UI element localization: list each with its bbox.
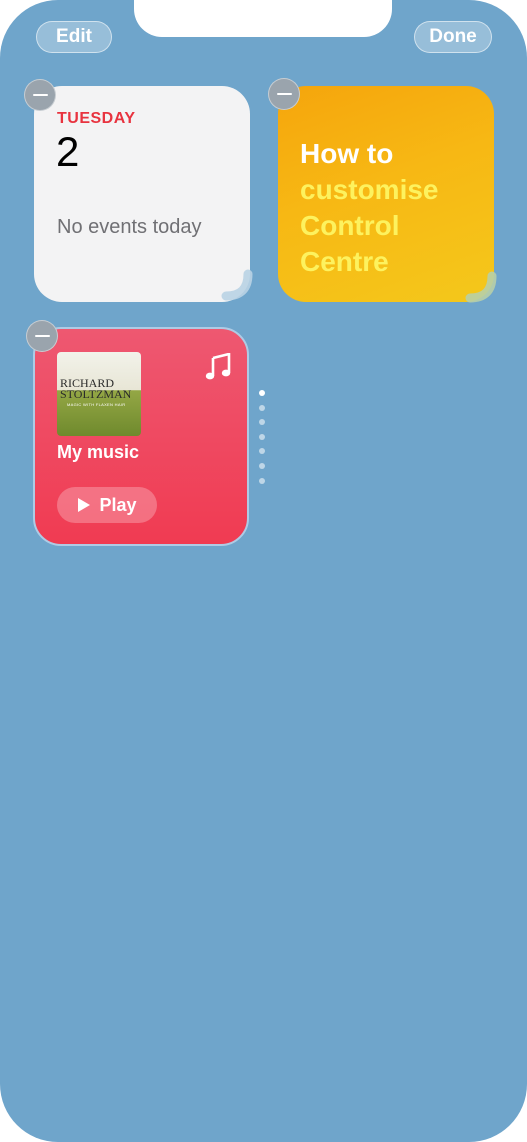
tips-headline: How to customise Control Centre <box>300 136 485 280</box>
album-artist-name: RICHARD STOLTZMAN <box>60 377 140 401</box>
calendar-widget[interactable]: TUESDAY 2 No events today <box>34 86 250 302</box>
widget-edit-screen: Edit Done TUESDAY 2 No events today How … <box>0 0 527 1142</box>
page-dot <box>259 390 265 396</box>
music-widget[interactable]: RICHARD STOLTZMAN MAGIC WITH FLAXEN HAIR… <box>33 327 249 546</box>
play-label: Play <box>99 494 137 515</box>
device-notch <box>134 0 392 37</box>
page-dot <box>259 433 265 440</box>
done-button[interactable]: Done <box>414 21 492 53</box>
album-subtitle: MAGIC WITH FLAXEN HAIR <box>67 402 126 407</box>
page-dot <box>259 404 265 411</box>
play-icon <box>78 498 91 512</box>
tips-line-3: Control <box>300 210 400 241</box>
minus-icon <box>34 334 50 338</box>
resize-tips-handle-icon[interactable] <box>464 270 498 304</box>
tips-line-4: Centre <box>300 246 389 277</box>
page-dot <box>259 419 265 426</box>
minus-icon <box>276 92 292 96</box>
tips-line-2: customise <box>300 174 439 205</box>
remove-tips-widget-button[interactable] <box>268 78 300 110</box>
page-dot <box>259 462 265 469</box>
remove-calendar-widget-button[interactable] <box>24 79 56 111</box>
widget-stack-page-indicator <box>258 390 268 492</box>
minus-icon <box>32 93 48 97</box>
album-artist-line-2: STOLTZMAN <box>60 387 132 401</box>
calendar-date: 2 <box>56 128 80 175</box>
tips-line-1: How to <box>300 138 394 169</box>
music-note-icon <box>205 353 231 380</box>
calendar-empty-message: No events today <box>57 216 202 238</box>
calendar-day-label: TUESDAY <box>57 110 136 127</box>
album-artwork: RICHARD STOLTZMAN MAGIC WITH FLAXEN HAIR <box>57 352 141 436</box>
page-dot <box>259 448 265 455</box>
music-widget-title: My music <box>57 442 140 462</box>
edit-button[interactable]: Edit <box>36 21 112 53</box>
remove-music-widget-button[interactable] <box>26 320 58 352</box>
play-button[interactable]: Play <box>57 487 157 523</box>
page-dot <box>259 477 265 484</box>
tips-widget[interactable]: How to customise Control Centre <box>278 86 494 302</box>
resize-calendar-handle-icon[interactable] <box>220 268 254 302</box>
